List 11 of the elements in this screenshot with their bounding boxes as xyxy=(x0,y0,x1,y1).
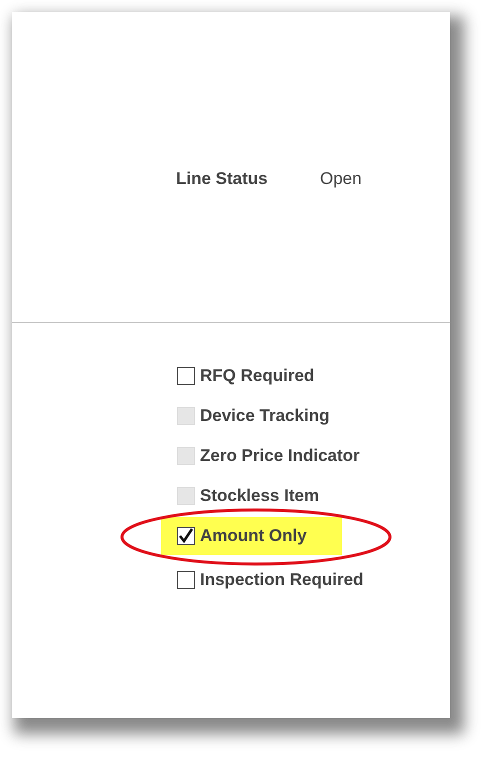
checkbox-label: Zero Price Indicator xyxy=(200,446,360,466)
checkbox[interactable] xyxy=(177,571,195,589)
checkbox-label: Device Tracking xyxy=(200,406,330,426)
checkbox-label: Amount Only xyxy=(200,526,307,546)
checkbox[interactable] xyxy=(177,367,195,385)
field-value: Open xyxy=(320,169,362,189)
checkbox-label: Stockless Item xyxy=(200,486,320,506)
checkbox-label: RFQ Required xyxy=(200,366,314,386)
checkbox-label: Inspection Required xyxy=(200,570,364,590)
field-label: Line Status xyxy=(176,169,269,189)
checkbox[interactable] xyxy=(177,527,195,545)
